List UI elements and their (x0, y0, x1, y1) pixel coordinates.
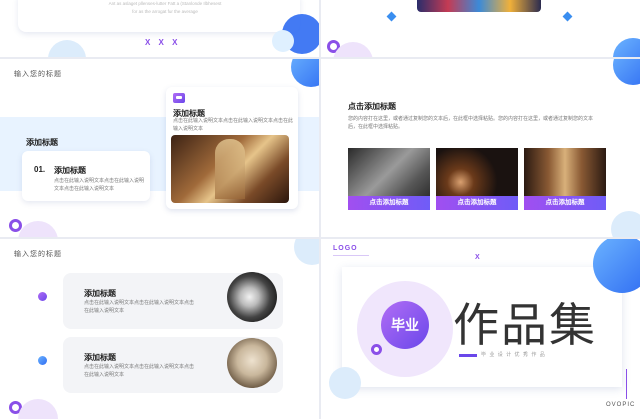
photo-label-button[interactable]: 点击添加标题 (436, 196, 518, 210)
photo-label-button[interactable]: 点击添加标题 (524, 196, 606, 210)
list-body: 点击在此输入说明文本点击在此输入说明文本点击在此输入说明文本 (84, 364, 195, 378)
item-title: 添加标题 (54, 166, 86, 175)
list-title: 添加标题 (84, 289, 116, 298)
main-title: 作品集 (453, 298, 597, 352)
decor-circle (613, 59, 640, 85)
item-body: 点击在此输入说明文本点击在此输入说明文本点击在此输入说明文本 (54, 178, 145, 192)
slide-4[interactable]: 点击添加标题 您的内容打在这里，或者通过复制您的文本后，在此框中选择粘贴。您的内… (321, 59, 640, 237)
photo-cathedral (171, 135, 289, 203)
slide-title: 点击添加标题 (348, 102, 396, 111)
item-number: 01. (34, 165, 46, 174)
slide-1[interactable]: Ant as aslaget pllenses-lutter Fatt a (S… (0, 0, 319, 57)
chat-icon (173, 93, 185, 103)
x-mark: X (475, 254, 480, 261)
decor-circle (329, 367, 361, 399)
slide-1-text-line: Ant as aslaget pllenses-lutter Fatt a (S… (108, 1, 222, 6)
decor-circle (18, 399, 58, 419)
decor-circle (613, 38, 640, 57)
bullet-dot (38, 356, 47, 365)
photo-gallery[interactable]: 点击添加标题 (348, 148, 430, 210)
slide-header: 输入您的标题 (14, 251, 62, 258)
photo-gallery[interactable]: 点击添加标题 (524, 148, 606, 210)
card-body: 点击在此输入说明文本点击在此输入说明文本点击在此输入说明文本 (173, 118, 294, 132)
diamond-icon (562, 11, 573, 22)
slide-5[interactable]: 输入您的标题 添加标题 点击在此输入说明文本点击在此输入说明文本点击在此输入说明… (0, 239, 319, 419)
slide-header: 输入您的标题 (14, 71, 62, 78)
subtitle: 毕 业 设 计 优 秀 作 品 (481, 352, 546, 358)
photo-gallery[interactable]: 点击添加标题 (436, 148, 518, 210)
badge-text: 毕业 (391, 317, 419, 333)
arrow-icon (459, 354, 477, 357)
logo-underline (333, 255, 369, 256)
list-body: 点击在此输入说明文本点击在此输入说明文本点击在此输入说明文本 (84, 300, 195, 314)
brand-text: OVOPIC (606, 402, 636, 408)
item-card (22, 151, 150, 201)
section-title: 添加标题 (26, 138, 58, 147)
slide-6[interactable]: LOGO X 毕业 作品集 毕 业 设 计 优 秀 作 品 OVOPIC (321, 239, 640, 419)
ring-decor (371, 344, 382, 355)
decor-circle (272, 30, 294, 52)
photo-circle-camera (227, 272, 277, 322)
decor-circle (18, 221, 58, 237)
logo-text: LOGO (333, 245, 358, 252)
diamond-icon (386, 11, 397, 22)
slide-body: 您的内容打在这里，或者通过复制您的文本后，在此框中选择粘贴。您的内容打在这里，或… (348, 116, 594, 130)
slide-1-text-line: for as the arrogat fur the average (132, 9, 198, 14)
photo-label-button[interactable]: 点击添加标题 (348, 196, 430, 210)
decor-circle (294, 239, 319, 265)
decor-circle (48, 40, 86, 57)
decor-circle (611, 211, 640, 237)
slide-2[interactable] (321, 0, 640, 57)
photo-circle-camera (227, 338, 277, 388)
list-title: 添加标题 (84, 353, 116, 362)
vertical-line (626, 369, 627, 399)
slide-3[interactable]: 输入您的标题 添加标题 01. 添加标题 点击在此输入说明文本点击在此输入说明文… (0, 59, 319, 237)
bullet-dot (38, 292, 47, 301)
photo-colorful (417, 0, 541, 12)
slide-1-marks: X X X (145, 38, 181, 47)
decor-circle (291, 59, 319, 87)
